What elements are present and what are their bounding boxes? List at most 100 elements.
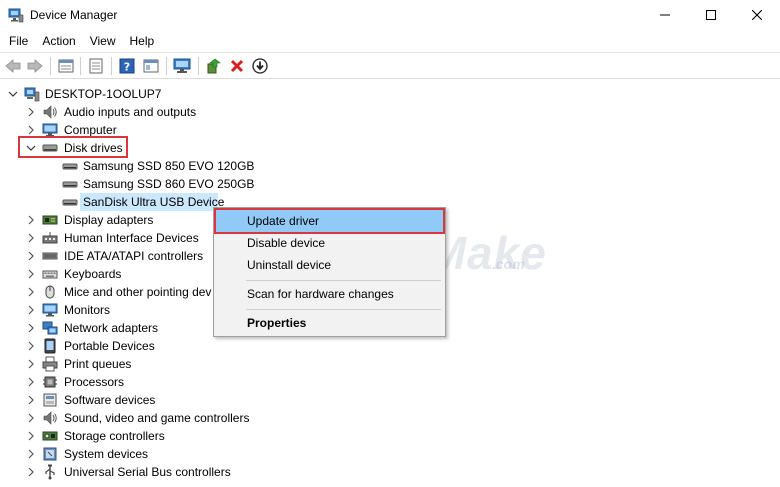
chevron-right-icon[interactable] [26, 125, 36, 135]
maximize-button[interactable] [688, 0, 734, 30]
update-driver-icon [207, 58, 221, 74]
show-details-button[interactable] [86, 57, 106, 75]
tree-category-print-queues[interactable]: Print queues [0, 355, 400, 373]
minimize-button[interactable] [642, 0, 688, 30]
ctx-disable-device[interactable]: Disable device [216, 232, 443, 254]
tree-category-label: Mice and other pointing dev [64, 285, 212, 299]
chevron-right-icon[interactable] [26, 215, 36, 225]
tree-category-label: Audio inputs and outputs [64, 105, 197, 119]
toolbar-separator [111, 57, 112, 75]
chevron-right-icon[interactable] [26, 377, 36, 387]
enable-device-button[interactable] [250, 57, 270, 75]
mouse-icon [42, 284, 58, 300]
chevron-right-icon[interactable] [26, 395, 36, 405]
tree-category-label: Human Interface Devices [64, 231, 199, 245]
tree-category-label: Sound, video and game controllers [64, 411, 250, 425]
menu-help[interactable]: Help [123, 30, 162, 52]
hid-icon [42, 230, 58, 246]
tree-category-label: Computer [64, 123, 117, 137]
context-menu: Update driver Disable device Uninstall d… [213, 207, 446, 337]
chevron-right-icon[interactable] [26, 269, 36, 279]
tree-category-label: IDE ATA/ATAPI controllers [64, 249, 204, 263]
help-button[interactable]: ? [117, 57, 137, 75]
tree-category-label: Software devices [64, 393, 156, 407]
tree-category-system-devices[interactable]: System devices [0, 445, 400, 463]
back-button[interactable] [3, 57, 23, 75]
tree-category-label: Display adapters [64, 213, 154, 227]
tree-category-label: Print queues [64, 357, 132, 371]
chevron-right-icon[interactable] [26, 323, 36, 333]
tree-category-audio-inputs-and-outputs[interactable]: Audio inputs and outputs [0, 103, 400, 121]
chevron-right-icon[interactable] [26, 467, 36, 477]
tree-category-storage-controllers[interactable]: Storage controllers [0, 427, 400, 445]
ctx-scan-hardware[interactable]: Scan for hardware changes [216, 283, 443, 305]
chevron-right-icon[interactable] [26, 287, 36, 297]
ctx-properties[interactable]: Properties [216, 312, 443, 334]
red-x-icon [230, 59, 244, 73]
watermark-suffix: .com [492, 256, 525, 272]
tree-category-universal-serial-bus-controllers[interactable]: Universal Serial Bus controllers [0, 463, 400, 481]
close-icon [752, 10, 762, 20]
uninstall-device-button[interactable] [227, 57, 247, 75]
title-bar[interactable]: Device Manager [0, 0, 780, 30]
chevron-right-icon[interactable] [26, 233, 36, 243]
chevron-right-icon[interactable] [26, 413, 36, 423]
svg-text:?: ? [124, 61, 130, 74]
device-manager-icon [8, 7, 24, 23]
chevron-right-icon[interactable] [26, 359, 36, 369]
chevron-right-icon[interactable] [26, 107, 36, 117]
tree-category-label: System devices [64, 447, 149, 461]
monitor-icon [42, 302, 58, 318]
speaker-icon [42, 104, 58, 120]
chevron-right-icon[interactable] [26, 305, 36, 315]
computer-icon [24, 86, 40, 102]
toolbar-separator [166, 57, 167, 75]
update-driver-button[interactable] [204, 57, 224, 75]
menu-view[interactable]: View [83, 30, 123, 52]
properties-view-button[interactable] [56, 57, 76, 75]
window-list-icon [58, 59, 74, 73]
chevron-right-icon[interactable] [26, 341, 36, 351]
disk-drive-icon [62, 158, 78, 174]
tree-category-software-devices[interactable]: Software devices [0, 391, 400, 409]
menu-action[interactable]: Action [35, 30, 82, 52]
toolbar: ? [0, 52, 780, 79]
context-menu-separator [246, 309, 441, 310]
forward-button[interactable] [25, 57, 45, 75]
printer-icon [42, 356, 58, 372]
tree-category-sound-video-and-game-controllers[interactable]: Sound, video and game controllers [0, 409, 400, 427]
close-button[interactable] [734, 0, 780, 30]
context-menu-separator [246, 280, 441, 281]
tree-category-processors[interactable]: Processors [0, 373, 400, 391]
chevron-right-icon[interactable] [26, 431, 36, 441]
tree-category-portable-devices[interactable]: Portable Devices [0, 337, 400, 355]
keyboard-icon [42, 266, 58, 282]
ctx-uninstall-device[interactable]: Uninstall device [216, 254, 443, 276]
tree-root[interactable]: DESKTOP-1OOLUP7 [0, 85, 300, 103]
tree-category-label: Processors [64, 375, 125, 389]
ide-controller-icon [42, 248, 58, 264]
toolbar-separator [50, 57, 51, 75]
disk-drive-icon [62, 176, 78, 192]
toolbar-separator [80, 57, 81, 75]
tree-disk-label: Samsung SSD 860 EVO 250GB [83, 177, 255, 191]
chevron-right-icon[interactable] [26, 251, 36, 261]
annotation-box-disk-drives [18, 136, 128, 158]
network-icon [42, 320, 58, 336]
menu-file[interactable]: File [2, 30, 35, 52]
disk-drive-icon [62, 194, 78, 210]
storage-controller-icon [42, 428, 58, 444]
software-device-icon [42, 392, 58, 408]
display-view-button[interactable] [141, 57, 161, 75]
tree-disk-item[interactable]: Samsung SSD 860 EVO 250GB [0, 175, 400, 193]
tree-root-label: DESKTOP-1OOLUP7 [45, 87, 162, 101]
tree-disk-label: Samsung SSD 850 EVO 120GB [83, 159, 255, 173]
processor-icon [42, 374, 58, 390]
chevron-down-icon[interactable] [8, 89, 18, 99]
annotation-box-update-driver [214, 208, 445, 234]
tree-disk-item[interactable]: Samsung SSD 850 EVO 120GB [0, 157, 400, 175]
chevron-right-icon[interactable] [26, 449, 36, 459]
monitor-scan-icon [173, 58, 191, 73]
scan-hardware-button[interactable] [172, 57, 192, 75]
usb-icon [42, 464, 58, 480]
